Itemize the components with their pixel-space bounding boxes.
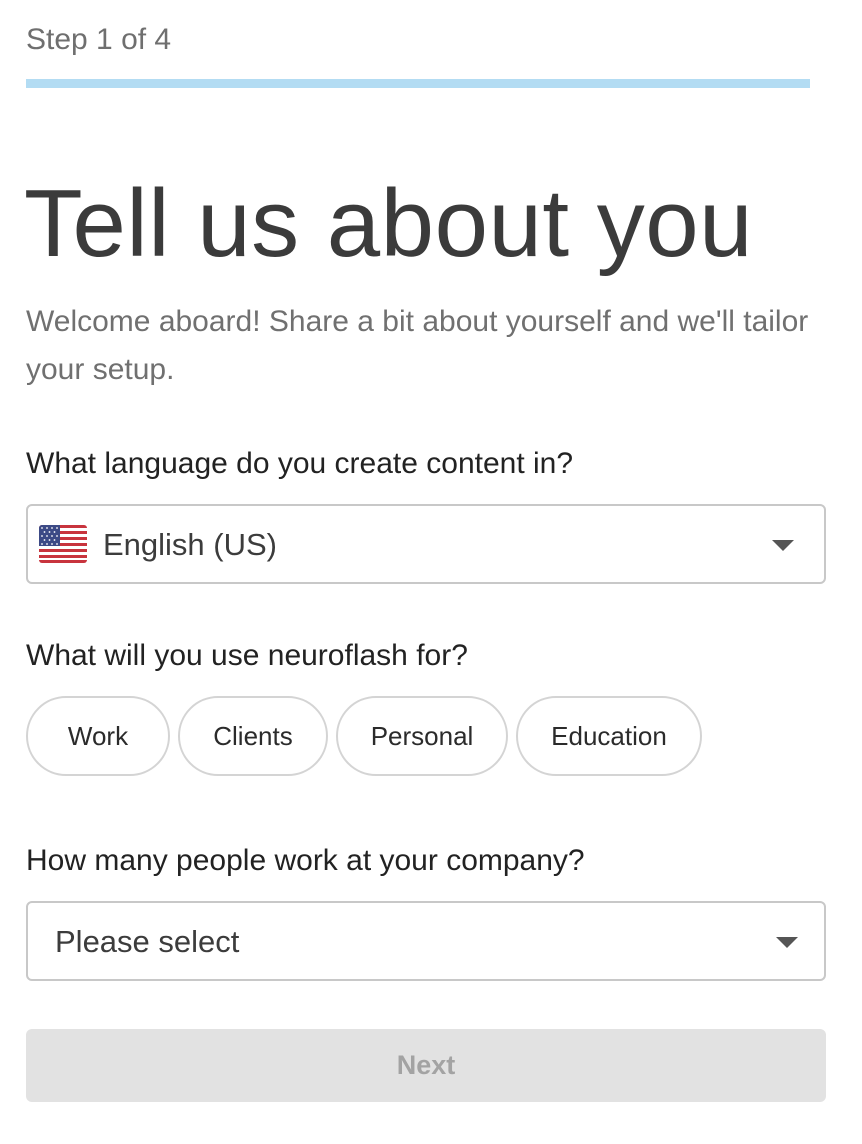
company-size-select-placeholder: Please select: [55, 924, 240, 959]
usage-option-personal[interactable]: Personal: [336, 696, 508, 776]
page-title: Tell us about you: [24, 170, 753, 277]
usage-option-education[interactable]: Education: [516, 696, 702, 776]
progress-bar-fill: [26, 79, 222, 88]
usage-option-work[interactable]: Work: [26, 696, 170, 776]
next-button[interactable]: Next: [26, 1029, 826, 1102]
company-size-question-label: How many people work at your company?: [26, 844, 585, 877]
language-select[interactable]: English (US): [26, 504, 826, 584]
progress-bar: [26, 79, 810, 88]
usage-option-clients[interactable]: Clients: [178, 696, 328, 776]
caret-down-icon: [772, 540, 794, 551]
language-question-label: What language do you create content in?: [26, 447, 574, 480]
language-select-value: English (US): [103, 527, 277, 562]
usage-question-label: What will you use neuroflash for?: [26, 639, 468, 672]
page-subtitle: Welcome aboard! Share a bit about yourse…: [26, 305, 809, 386]
step-indicator: Step 1 of 4: [26, 23, 172, 56]
company-size-select[interactable]: Please select: [26, 901, 826, 981]
caret-down-icon: [776, 937, 798, 948]
us-flag-icon: [39, 525, 87, 563]
